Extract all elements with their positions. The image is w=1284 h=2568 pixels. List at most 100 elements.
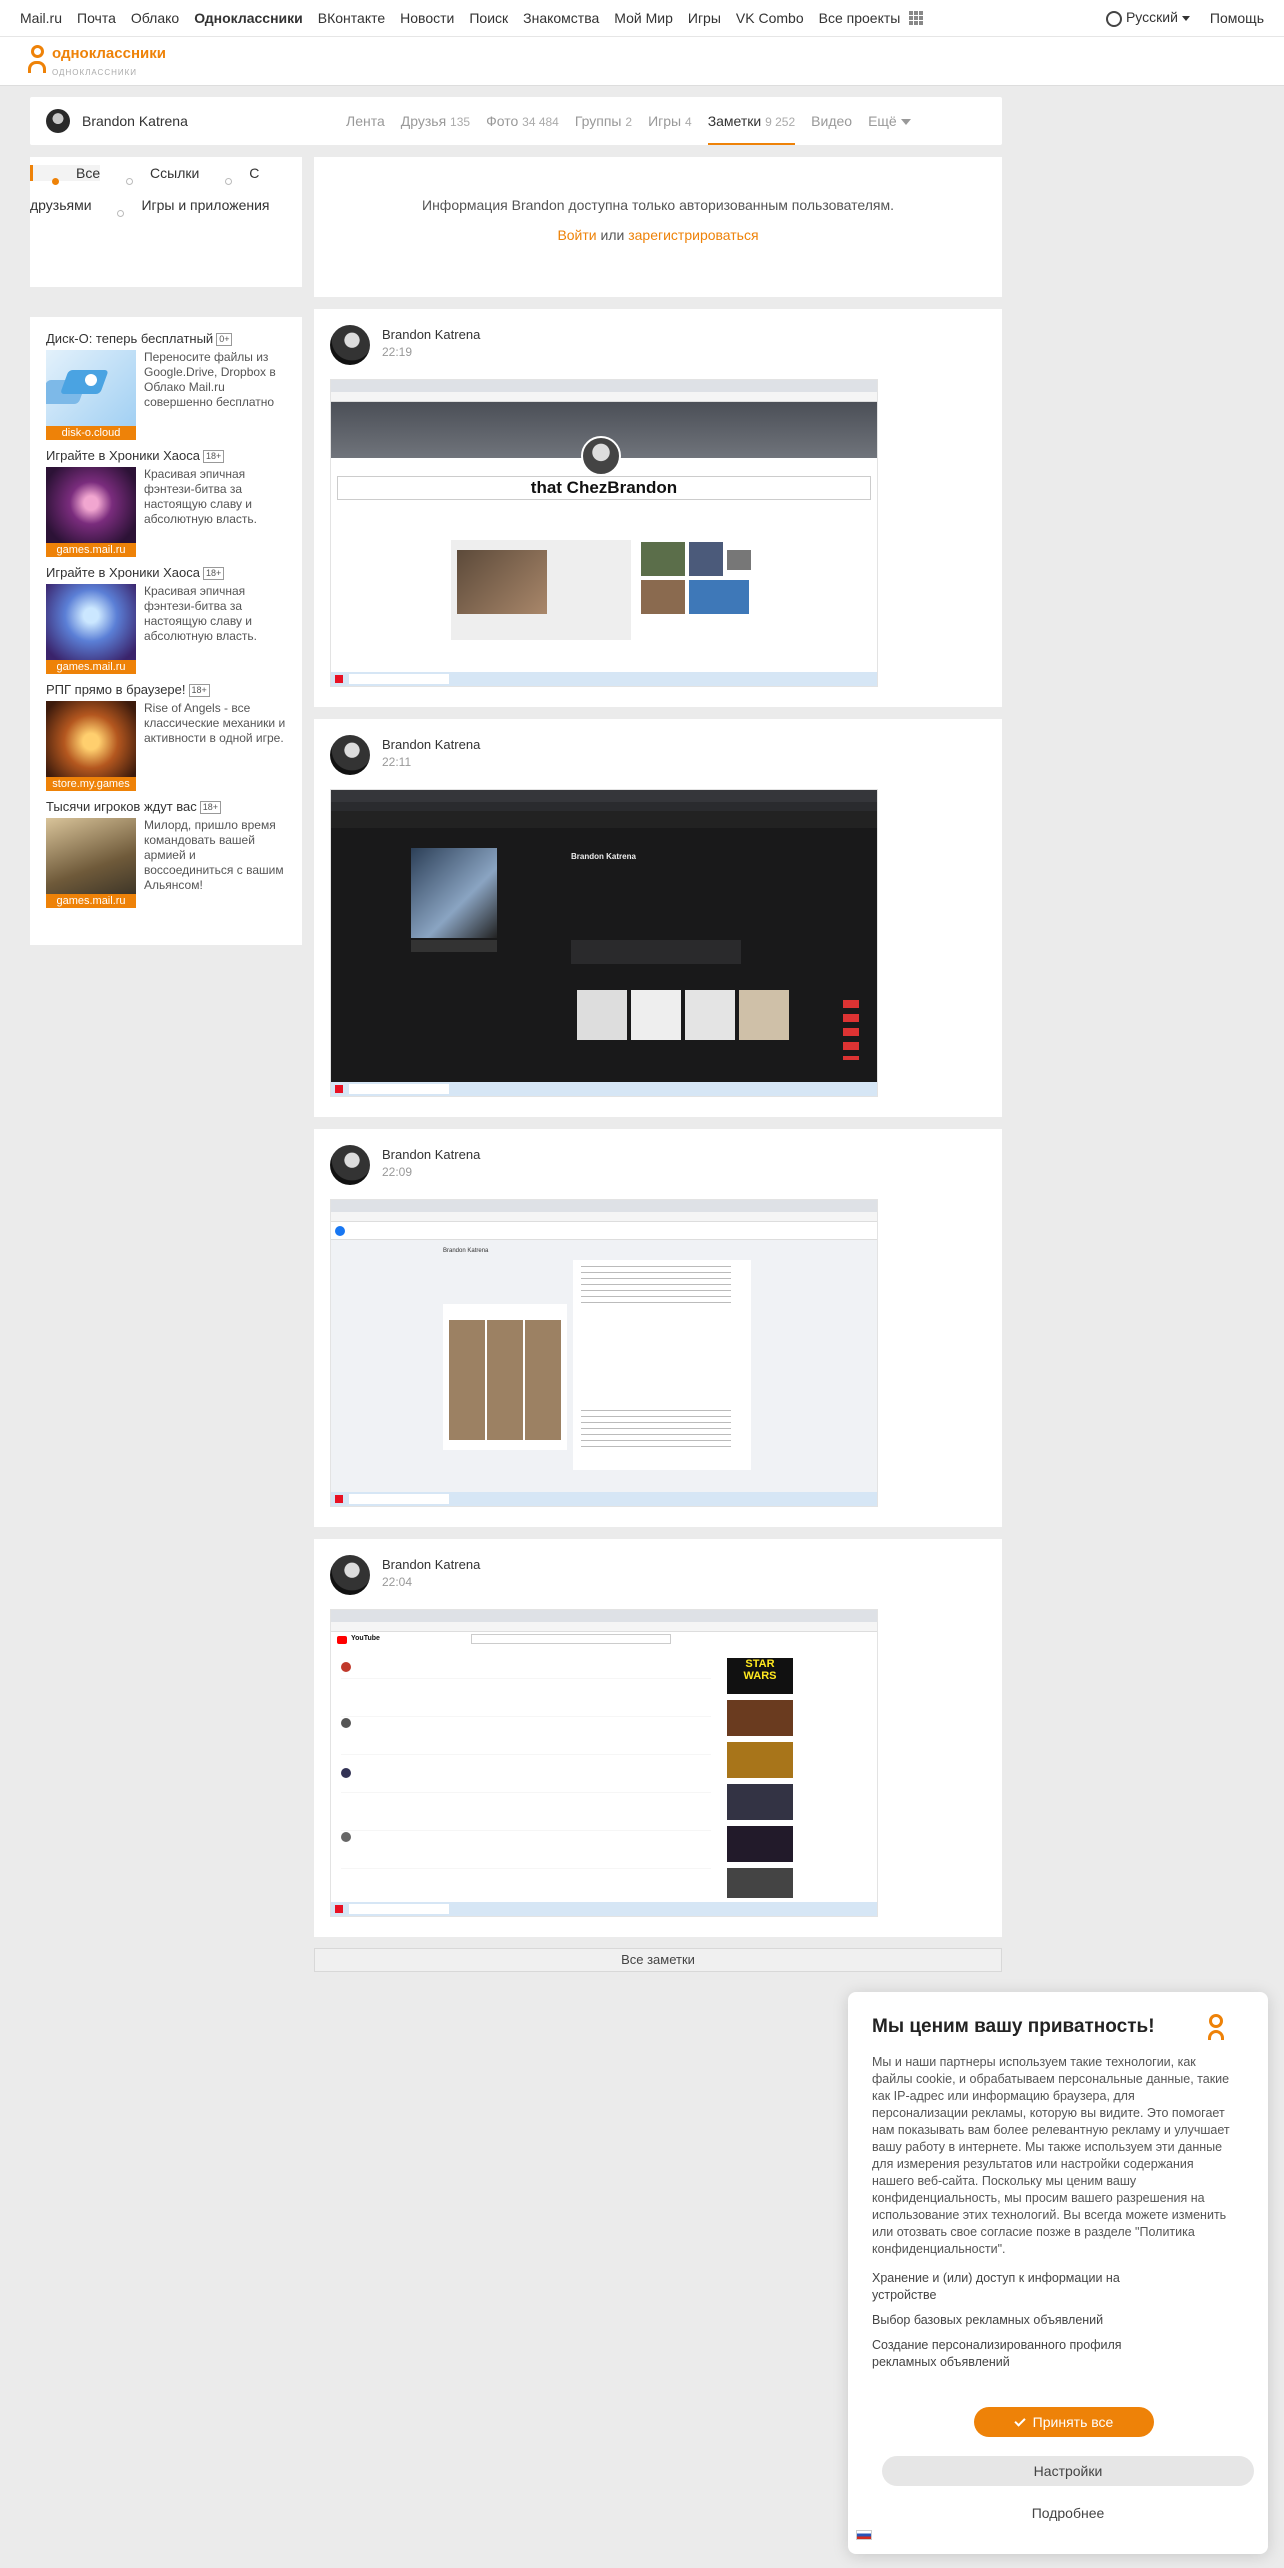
- note-post: Brandon Katrena 22:19 that ChezBrandon: [314, 309, 1002, 707]
- age-badge: 18+: [202, 567, 225, 581]
- tab-video[interactable]: Видео: [803, 97, 860, 145]
- help-link[interactable]: Помощь: [1210, 10, 1264, 26]
- topbar-link-vkcombo[interactable]: VK Combo: [736, 10, 804, 26]
- tab-label: Видео: [811, 113, 853, 129]
- language-selector[interactable]: Русский: [1105, 9, 1190, 27]
- ad-title: РПГ прямо в браузере!: [46, 682, 186, 698]
- topbar-link-mailru[interactable]: Mail.ru: [20, 10, 62, 26]
- ad-title: Играйте в Хроники Хаоса: [46, 565, 200, 581]
- age-badge: 18+: [188, 684, 210, 698]
- auth-required-notice: Информация Brandon доступна только автор…: [314, 157, 1002, 297]
- post-time: 22:09: [382, 1165, 413, 1179]
- chevron-down-icon: [900, 119, 911, 126]
- profile-name[interactable]: Brandon Katrena: [82, 113, 188, 129]
- note-screenshot-image[interactable]: Brandon Katrena: [330, 789, 878, 1097]
- tab-label: Игры: [648, 113, 682, 129]
- tab-games[interactable]: Игры 4: [640, 97, 700, 145]
- shot-heading: Brandon Katrena: [571, 852, 636, 861]
- ad-caption: store.my.games: [46, 777, 136, 792]
- avatar[interactable]: [46, 109, 70, 133]
- check-icon: [1014, 2415, 1026, 2427]
- post-author[interactable]: Brandon Katrena: [382, 1147, 480, 1162]
- ad-block[interactable]: РПГ прямо в браузере! 18+ store.my.games …: [46, 682, 288, 792]
- ad-title: Играйте в Хроники Хаоса: [46, 448, 200, 464]
- ad-image[interactable]: games.mail.ru: [46, 467, 136, 558]
- note-post: Brandon Katrena 22:04 YouTube STAR WARS: [314, 1539, 1002, 1937]
- topbar-link-myworld[interactable]: Мой Мир: [614, 10, 673, 26]
- ad-image[interactable]: games.mail.ru: [46, 818, 136, 909]
- avatar[interactable]: [330, 325, 370, 365]
- ad-title: Диск-О: теперь бесплатный: [46, 331, 214, 346]
- topbar-link-vk[interactable]: ВКонтакте: [318, 10, 385, 26]
- note-screenshot-image[interactable]: that ChezBrandon: [330, 379, 878, 687]
- tab-friends[interactable]: Друзья 135: [393, 97, 478, 145]
- topbar-link-news[interactable]: Новости: [400, 10, 454, 26]
- ok-logo[interactable]: одноклассники ОДНОКЛАССНИКИ: [28, 45, 166, 81]
- topbar-link-dating[interactable]: Знакомства: [523, 10, 599, 26]
- accept-all-button[interactable]: Принять все: [974, 2407, 1154, 2437]
- tab-groups[interactable]: Группы 2: [567, 97, 640, 145]
- login-link[interactable]: Войти: [557, 227, 596, 243]
- topbar-link-cloud[interactable]: Облако: [131, 10, 179, 26]
- age-badge: 18+: [199, 801, 222, 815]
- tab-label: Друзья: [400, 113, 447, 129]
- note-screenshot-image[interactable]: Brandon Katrena: [330, 1199, 878, 1507]
- ads-column: Диск-О: теперь бесплатный 0+ disk-o.cloud…: [30, 317, 302, 945]
- avatar[interactable]: [330, 735, 370, 775]
- more-info-link[interactable]: Подробнее: [882, 2498, 1254, 2528]
- auth-or: или: [600, 227, 625, 243]
- ad-caption: games.mail.ru: [46, 894, 136, 909]
- logo-name: одноклассники: [52, 45, 166, 62]
- ad-block[interactable]: Тысячи игроков ждут вас 18+ games.mail.ru…: [46, 799, 288, 909]
- shot-heading: YouTube: [351, 1635, 380, 1642]
- avatar[interactable]: [330, 1145, 370, 1185]
- apps-grid-icon[interactable]: [909, 11, 924, 25]
- post-time: 22:04: [382, 1575, 413, 1589]
- tab-count: 4: [685, 115, 692, 129]
- shot-heading: Brandon Katrena: [443, 1248, 489, 1254]
- avatar[interactable]: [330, 1555, 370, 1595]
- filter-games-apps[interactable]: Игры и приложения: [95, 197, 269, 217]
- filter-all[interactable]: Все: [30, 165, 101, 185]
- post-author[interactable]: Brandon Katrena: [382, 327, 480, 342]
- note-screenshot-image[interactable]: YouTube STAR WARS: [330, 1609, 878, 1917]
- globe-icon: [1105, 10, 1122, 27]
- ad-block[interactable]: Диск-О: теперь бесплатный 0+ disk-o.cloud…: [39, 331, 288, 441]
- chevron-down-icon: [1181, 16, 1190, 22]
- ad-image[interactable]: disk-o.cloud: [39, 350, 136, 441]
- topbar-link-search[interactable]: Поиск: [469, 10, 508, 26]
- filter-links[interactable]: Ссылки: [104, 165, 200, 185]
- logo-subtitle: ОДНОКЛАССНИКИ: [52, 68, 138, 77]
- topbar-link-mail[interactable]: Почта: [77, 10, 116, 26]
- ad-caption: disk-o.cloud: [46, 426, 136, 441]
- auth-message: Информация Brandon доступна только автор…: [422, 197, 894, 213]
- ad-image[interactable]: games.mail.ru: [46, 584, 136, 675]
- tab-label: Лента: [346, 113, 385, 129]
- post-time: 22:19: [382, 345, 413, 359]
- topbar-link-games[interactable]: Игры: [688, 10, 721, 26]
- post-author[interactable]: Brandon Katrena: [382, 1557, 480, 1572]
- settings-button[interactable]: Настройки: [882, 2456, 1254, 2486]
- register-link[interactable]: зарегистрироваться: [628, 227, 758, 243]
- ok-logo-icon: [1204, 2012, 1228, 2042]
- ad-image[interactable]: store.my.games: [46, 701, 136, 792]
- all-notes-button[interactable]: Все заметки: [314, 1948, 1002, 1972]
- ad-block[interactable]: Играйте в Хроники Хаоса 18+ games.mail.ru…: [46, 565, 288, 675]
- radio-dot-icon: [126, 178, 134, 185]
- portal-topbar: Mail.ru Почта Облако Одноклассники ВКонт…: [0, 0, 1284, 36]
- tab-more[interactable]: Ещё: [860, 97, 919, 145]
- tab-count: 34 484: [522, 115, 559, 129]
- privacy-option-basic-ads: Выбор базовых рекламных объявлений: [872, 2313, 1104, 2327]
- privacy-option-personalized-ads: Создание персонализированного профиля ре…: [872, 2338, 1122, 2369]
- tab-feed[interactable]: Лента: [338, 97, 393, 145]
- topbar-link-ok[interactable]: Одноклассники: [194, 10, 303, 26]
- age-badge: 0+: [216, 333, 233, 347]
- tab-notes[interactable]: Заметки 9 252: [700, 97, 803, 145]
- ad-title: Тысячи игроков ждут вас: [46, 799, 197, 815]
- post-author[interactable]: Brandon Katrena: [382, 737, 480, 752]
- profile-nav: Brandon Katrena Лента Друзья 135 Фото 34…: [30, 97, 1002, 145]
- topbar-link-all-projects[interactable]: Все проекты: [819, 10, 901, 26]
- filter-label: Ссылки: [150, 165, 200, 181]
- tab-photos[interactable]: Фото 34 484: [478, 97, 567, 145]
- ad-block[interactable]: Играйте в Хроники Хаоса 18+ games.mail.ru…: [46, 448, 288, 558]
